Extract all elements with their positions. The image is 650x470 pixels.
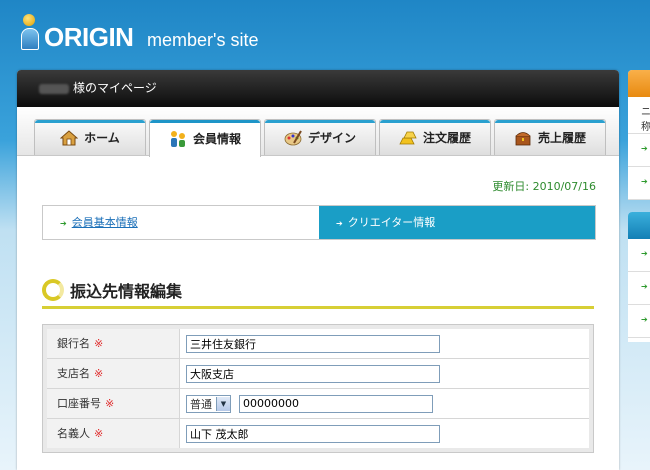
bank-form: 銀行名※ 支店名※ 口座番号※ 普通 ▼ 名義人※	[42, 324, 594, 453]
tab-member-info-label: 会員情報	[192, 132, 241, 146]
account-holder-input[interactable]	[186, 424, 440, 443]
tab-design[interactable]: デザイン	[264, 119, 376, 155]
form-row-holder: 名義人 ※	[47, 419, 589, 448]
required-mark: ※	[94, 427, 104, 440]
brand-subtitle: member's site	[147, 30, 259, 50]
required-mark: ※	[94, 337, 104, 350]
side-panel-snippet: ニ 称	[628, 97, 650, 134]
arrow-right-icon: ➔	[641, 282, 648, 291]
bank-name-input[interactable]	[186, 334, 440, 353]
side-panel-header	[628, 212, 650, 239]
side-panel-top: ニ 称 ➔ ➔	[628, 70, 650, 200]
side-link[interactable]: ➔	[628, 305, 650, 338]
section-title-text: 振込先情報編集	[70, 282, 183, 301]
arrow-right-icon: ➔	[336, 219, 343, 228]
arrow-right-icon: ➔	[641, 315, 648, 324]
form-row-bank: 銀行名 ※	[47, 329, 589, 359]
mypage-greeting: 様のマイページ	[73, 81, 157, 95]
side-link[interactable]: ➔	[628, 272, 650, 305]
account-holder-label: 名義人 ※	[47, 419, 180, 448]
brand-logo[interactable]: ORIGIN	[44, 22, 134, 53]
form-row-account: 口座番号 ※ 普通 ▼	[47, 389, 589, 419]
user-bar: 様のマイページ	[17, 70, 619, 107]
subtab-creator-info-label: クリエイター情報	[347, 216, 436, 229]
gold-bars-icon	[399, 129, 417, 147]
subtab-basic-info[interactable]: ➔ 会員基本情報	[43, 206, 319, 239]
section-divider	[42, 306, 594, 309]
username-blurred	[39, 83, 69, 94]
account-type-value: 普通	[190, 397, 212, 411]
form-row-branch: 支店名 ※	[47, 359, 589, 389]
tab-home[interactable]: ホーム	[34, 119, 146, 155]
tab-sales-history[interactable]: 売上履歴	[494, 119, 606, 155]
members-icon	[169, 130, 187, 148]
side-link[interactable]: ➔	[628, 134, 650, 167]
tab-order-history[interactable]: 注文履歴	[379, 119, 491, 155]
ring-icon	[42, 279, 64, 301]
account-number-input[interactable]	[239, 394, 433, 413]
account-type-select[interactable]: 普通 ▼	[186, 394, 231, 413]
tab-home-label: ホーム	[84, 131, 120, 145]
arrow-right-icon: ➔	[641, 177, 648, 186]
treasure-chest-icon	[514, 129, 532, 147]
main-tab-bar: ホーム 会員情報 デザイン 注文履歴 売上履歴	[17, 107, 619, 157]
account-number-label: 口座番号 ※	[47, 389, 180, 418]
sub-tab-bar: ➔ 会員基本情報 ➔ クリエイター情報	[42, 205, 596, 240]
chevron-down-icon: ▼	[216, 396, 230, 411]
arrow-right-icon: ➔	[641, 144, 648, 153]
section-title: 振込先情報編集	[42, 278, 182, 302]
tab-sales-history-label: 売上履歴	[537, 131, 586, 145]
house-icon	[59, 129, 79, 147]
arrow-right-icon: ➔	[641, 249, 648, 258]
tab-order-history-label: 注文履歴	[422, 131, 471, 145]
side-panel-header	[628, 70, 650, 97]
side-link[interactable]: ➔	[628, 167, 650, 200]
main-panel: 様のマイページ ホーム 会員情報 デザイン 注文履歴 売上履歴 更新日: 201…	[17, 70, 619, 470]
tab-design-label: デザイン	[307, 131, 356, 145]
subtab-basic-info-label: 会員基本情報	[71, 216, 138, 229]
required-mark: ※	[105, 397, 115, 410]
arrow-right-icon: ➔	[60, 219, 67, 228]
required-mark: ※	[94, 367, 104, 380]
side-panel-bottom: ➔ ➔ ➔	[628, 212, 650, 342]
tab-member-info[interactable]: 会員情報	[149, 119, 261, 157]
side-link[interactable]: ➔	[628, 239, 650, 272]
updated-date: 更新日: 2010/07/16	[492, 180, 596, 193]
branch-name-label: 支店名 ※	[47, 359, 180, 388]
logo-person-icon	[20, 14, 39, 50]
bank-name-label: 銀行名 ※	[47, 329, 180, 358]
palette-icon	[284, 129, 302, 147]
subtab-creator-info[interactable]: ➔ クリエイター情報	[319, 206, 595, 239]
branch-name-input[interactable]	[186, 364, 440, 383]
